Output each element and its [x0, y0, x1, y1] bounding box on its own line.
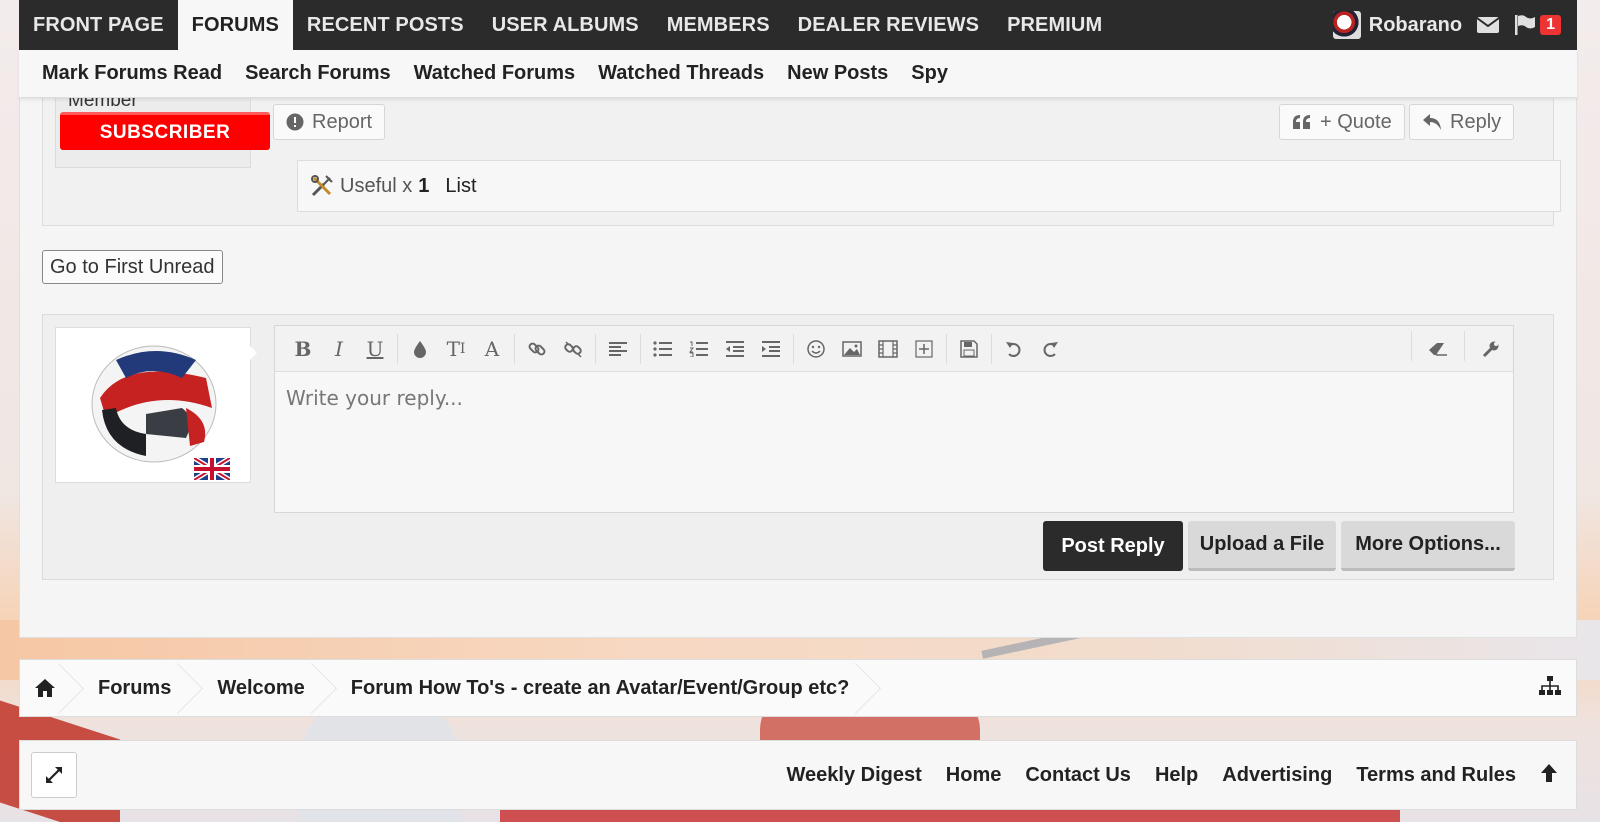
tab-premium[interactable]: PREMIUM — [993, 0, 1116, 50]
breadcrumb-home[interactable] — [20, 659, 74, 717]
more-options-button[interactable]: More Options... — [1341, 521, 1515, 571]
font-family-icon[interactable]: A — [474, 331, 510, 367]
editor-toolbar: B I U TI A — [275, 326, 1513, 372]
username: Robarano — [1368, 13, 1463, 36]
watched-threads-link[interactable]: Watched Threads — [598, 62, 764, 85]
useful-ratings: Useful x 1 List — [297, 160, 1561, 212]
helmet-avatar-image — [91, 345, 217, 463]
link-icon[interactable] — [519, 331, 555, 367]
post-reply-button[interactable]: Post Reply — [1043, 521, 1183, 571]
avatar — [1332, 11, 1361, 39]
image-icon[interactable] — [834, 331, 870, 367]
outdent-icon[interactable] — [717, 331, 753, 367]
numbered-list-icon[interactable] — [681, 331, 717, 367]
tab-front-page[interactable]: FRONT PAGE — [19, 0, 178, 50]
expand-icon[interactable] — [31, 752, 77, 798]
tab-dealer-reviews[interactable]: DEALER REVIEWS — [784, 0, 993, 50]
quote-icon — [1293, 115, 1310, 129]
advertising-link[interactable]: Advertising — [1222, 764, 1332, 787]
uk-flag-icon — [194, 458, 230, 480]
italic-icon[interactable]: I — [321, 331, 357, 367]
tab-members[interactable]: MEMBERS — [653, 0, 784, 50]
unlink-icon[interactable] — [555, 331, 591, 367]
post-message: Member SUBSCRIBER Report + Quote Reply U… — [42, 90, 1561, 226]
align-left-icon[interactable] — [600, 331, 636, 367]
spy-link[interactable]: Spy — [911, 62, 948, 85]
reply-button[interactable]: Reply — [1409, 104, 1515, 140]
media-icon[interactable] — [870, 331, 906, 367]
tab-recent-posts[interactable]: RECENT POSTS — [293, 0, 478, 50]
exclamation-circle-icon — [286, 113, 304, 131]
breadcrumb-forums[interactable]: Forums — [74, 659, 193, 717]
flag-icon — [1515, 15, 1536, 35]
tools-icon — [311, 175, 333, 197]
footer: Weekly Digest Home Contact Us Help Adver… — [19, 740, 1577, 810]
smiley-icon[interactable] — [798, 331, 834, 367]
contact-us-link[interactable]: Contact Us — [1025, 764, 1131, 787]
breadcrumb-thread[interactable]: Forum How To's - create an Avatar/Event/… — [327, 659, 872, 717]
reply-editor: B I U TI A Write your reply... — [274, 325, 1514, 513]
save-draft-icon[interactable] — [951, 331, 987, 367]
breadcrumb: Forums Welcome Forum How To's - create a… — [19, 659, 1577, 717]
help-link[interactable]: Help — [1155, 764, 1198, 787]
mark-forums-read-link[interactable]: Mark Forums Read — [42, 62, 222, 85]
undo-icon[interactable] — [996, 331, 1032, 367]
alerts-button[interactable]: 1 — [1514, 15, 1561, 35]
alerts-badge: 1 — [1540, 15, 1561, 35]
terms-and-rules-link[interactable]: Terms and Rules — [1356, 764, 1516, 787]
new-posts-link[interactable]: New Posts — [787, 62, 888, 85]
bullet-list-icon[interactable] — [645, 331, 681, 367]
quick-reply-box: B I U TI A Write your reply... Post Repl… — [42, 314, 1554, 580]
insert-plus-icon[interactable] — [906, 331, 942, 367]
go-to-first-unread-button[interactable]: Go to First Unread — [42, 250, 223, 284]
ratings-list-link[interactable]: List — [445, 175, 476, 198]
subscriber-banner: SUBSCRIBER — [60, 112, 270, 150]
home-icon — [35, 679, 55, 697]
bold-icon[interactable]: B — [285, 331, 321, 367]
wrench-icon[interactable] — [1469, 331, 1513, 367]
main-panel: Member SUBSCRIBER Report + Quote Reply U… — [19, 90, 1577, 638]
quote-button[interactable]: + Quote — [1279, 104, 1405, 140]
watched-forums-link[interactable]: Watched Forums — [414, 62, 576, 85]
envelope-icon[interactable] — [1476, 16, 1500, 34]
sub-navigation: Mark Forums Read Search Forums Watched F… — [19, 50, 1577, 98]
upload-file-button[interactable]: Upload a File — [1188, 521, 1336, 571]
useful-text: Useful x — [340, 174, 413, 197]
tab-user-albums[interactable]: USER ALBUMS — [478, 0, 653, 50]
user-info-box: Member SUBSCRIBER — [55, 90, 270, 168]
tab-forums[interactable]: FORUMS — [177, 0, 293, 50]
arrow-up-icon[interactable] — [1540, 763, 1558, 788]
breadcrumb-welcome[interactable]: Welcome — [193, 659, 326, 717]
report-button[interactable]: Report — [273, 104, 386, 140]
weekly-digest-link[interactable]: Weekly Digest — [787, 764, 922, 787]
top-navigation: FRONT PAGE FORUMS RECENT POSTS USER ALBU… — [19, 0, 1577, 50]
reply-arrow-icon — [1423, 114, 1441, 130]
eraser-icon[interactable] — [1416, 331, 1460, 367]
redo-icon[interactable] — [1032, 331, 1068, 367]
text-color-icon[interactable] — [402, 331, 438, 367]
home-link[interactable]: Home — [946, 764, 1002, 787]
underline-icon[interactable]: U — [357, 331, 393, 367]
reply-textarea[interactable]: Write your reply... — [275, 372, 1513, 424]
font-size-icon[interactable]: TI — [438, 331, 474, 367]
avatar — [55, 327, 257, 483]
reply-label: Reply — [1450, 110, 1502, 133]
user-menu[interactable]: Robarano — [1332, 11, 1463, 39]
indent-icon[interactable] — [753, 331, 789, 367]
search-forums-link[interactable]: Search Forums — [245, 62, 391, 85]
report-label: Report — [312, 110, 373, 133]
quote-label: + Quote — [1320, 110, 1392, 133]
sitemap-icon[interactable] — [1538, 675, 1576, 702]
useful-count: 1 — [418, 174, 430, 197]
